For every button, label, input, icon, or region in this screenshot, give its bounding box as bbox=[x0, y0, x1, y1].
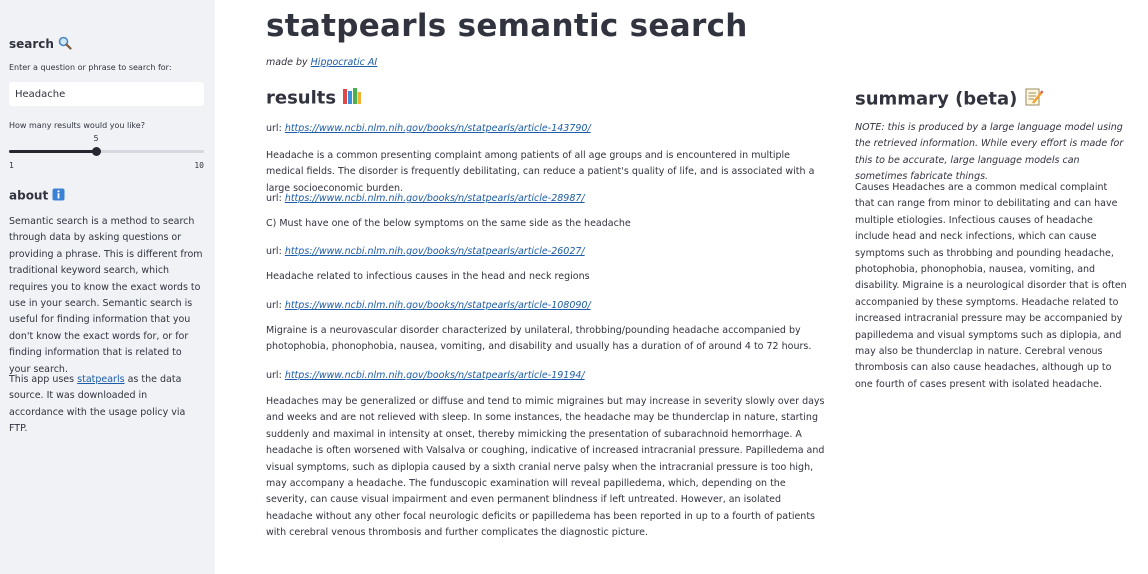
books-icon bbox=[342, 87, 362, 110]
result-text: C) Must have one of the below symptoms o… bbox=[266, 218, 631, 229]
slider-value: 5 bbox=[93, 134, 99, 143]
result-item: url: https://www.ncbi.nlm.nih.gov/books/… bbox=[266, 299, 826, 356]
statpearls-link[interactable]: statpearls bbox=[77, 374, 124, 385]
result-url: url: https://www.ncbi.nlm.nih.gov/books/… bbox=[266, 246, 585, 257]
sidebar: search Enter a question or phrase to sea… bbox=[0, 0, 215, 574]
result-item: url: https://www.ncbi.nlm.nih.gov/books/… bbox=[266, 122, 826, 197]
result-url: url: https://www.ncbi.nlm.nih.gov/books/… bbox=[266, 193, 585, 204]
result-url: url: https://www.ncbi.nlm.nih.gov/books/… bbox=[266, 370, 585, 381]
slider-max: 10 bbox=[194, 161, 204, 170]
result-url-link[interactable]: https://www.ncbi.nlm.nih.gov/books/n/sta… bbox=[285, 193, 585, 204]
results-heading: results bbox=[266, 87, 362, 110]
result-url-link[interactable]: https://www.ncbi.nlm.nih.gov/books/n/sta… bbox=[285, 123, 591, 134]
slider-thumb[interactable] bbox=[92, 147, 101, 156]
hippocratic-ai-link[interactable]: Hippocratic AI bbox=[311, 57, 378, 68]
result-item: url: https://www.ncbi.nlm.nih.gov/books/… bbox=[266, 192, 826, 232]
result-text: Headaches may be generalized or diffuse … bbox=[266, 396, 825, 539]
data-source-text: This app uses statpearls as the data sou… bbox=[9, 374, 186, 435]
result-text: Migraine is a neurovascular disorder cha… bbox=[266, 325, 812, 353]
memo-icon bbox=[1024, 87, 1044, 112]
result-url-link[interactable]: https://www.ncbi.nlm.nih.gov/books/n/sta… bbox=[285, 246, 585, 257]
info-icon bbox=[52, 188, 65, 204]
result-url: url: https://www.ncbi.nlm.nih.gov/books/… bbox=[266, 123, 591, 134]
results-count-slider[interactable]: 5 1 10 bbox=[9, 134, 204, 170]
about-heading: about bbox=[9, 188, 65, 204]
result-url: url: https://www.ncbi.nlm.nih.gov/books/… bbox=[266, 300, 591, 311]
made-by: made by Hippocratic AI bbox=[266, 57, 378, 68]
search-input[interactable] bbox=[9, 82, 204, 106]
slider-label: How many results would you like? bbox=[9, 121, 145, 130]
slider-track[interactable] bbox=[9, 147, 204, 156]
summary-text: Causes Headaches are a common medical co… bbox=[855, 182, 1127, 390]
result-url-link[interactable]: https://www.ncbi.nlm.nih.gov/books/n/sta… bbox=[285, 300, 591, 311]
search-input-label: Enter a question or phrase to search for… bbox=[9, 63, 172, 72]
result-item: url: https://www.ncbi.nlm.nih.gov/books/… bbox=[266, 245, 826, 285]
summary-note: NOTE: this is produced by a large langua… bbox=[855, 122, 1124, 183]
summary-heading: summary (beta) bbox=[855, 87, 1044, 112]
result-item: url: https://www.ncbi.nlm.nih.gov/books/… bbox=[266, 369, 826, 542]
magnifier-icon bbox=[58, 36, 72, 53]
search-heading: search bbox=[9, 36, 72, 53]
slider-fill bbox=[9, 150, 96, 153]
about-text: Semantic search is a method to search th… bbox=[9, 216, 203, 375]
result-text: Headache related to infectious causes in… bbox=[266, 271, 590, 282]
page-title: statpearls semantic search bbox=[266, 8, 748, 44]
slider-min: 1 bbox=[9, 161, 14, 170]
result-text: Headache is a common presenting complain… bbox=[266, 150, 815, 194]
result-url-link[interactable]: https://www.ncbi.nlm.nih.gov/books/n/sta… bbox=[285, 370, 585, 381]
summary-panel: NOTE: this is produced by a large langua… bbox=[855, 120, 1129, 390]
